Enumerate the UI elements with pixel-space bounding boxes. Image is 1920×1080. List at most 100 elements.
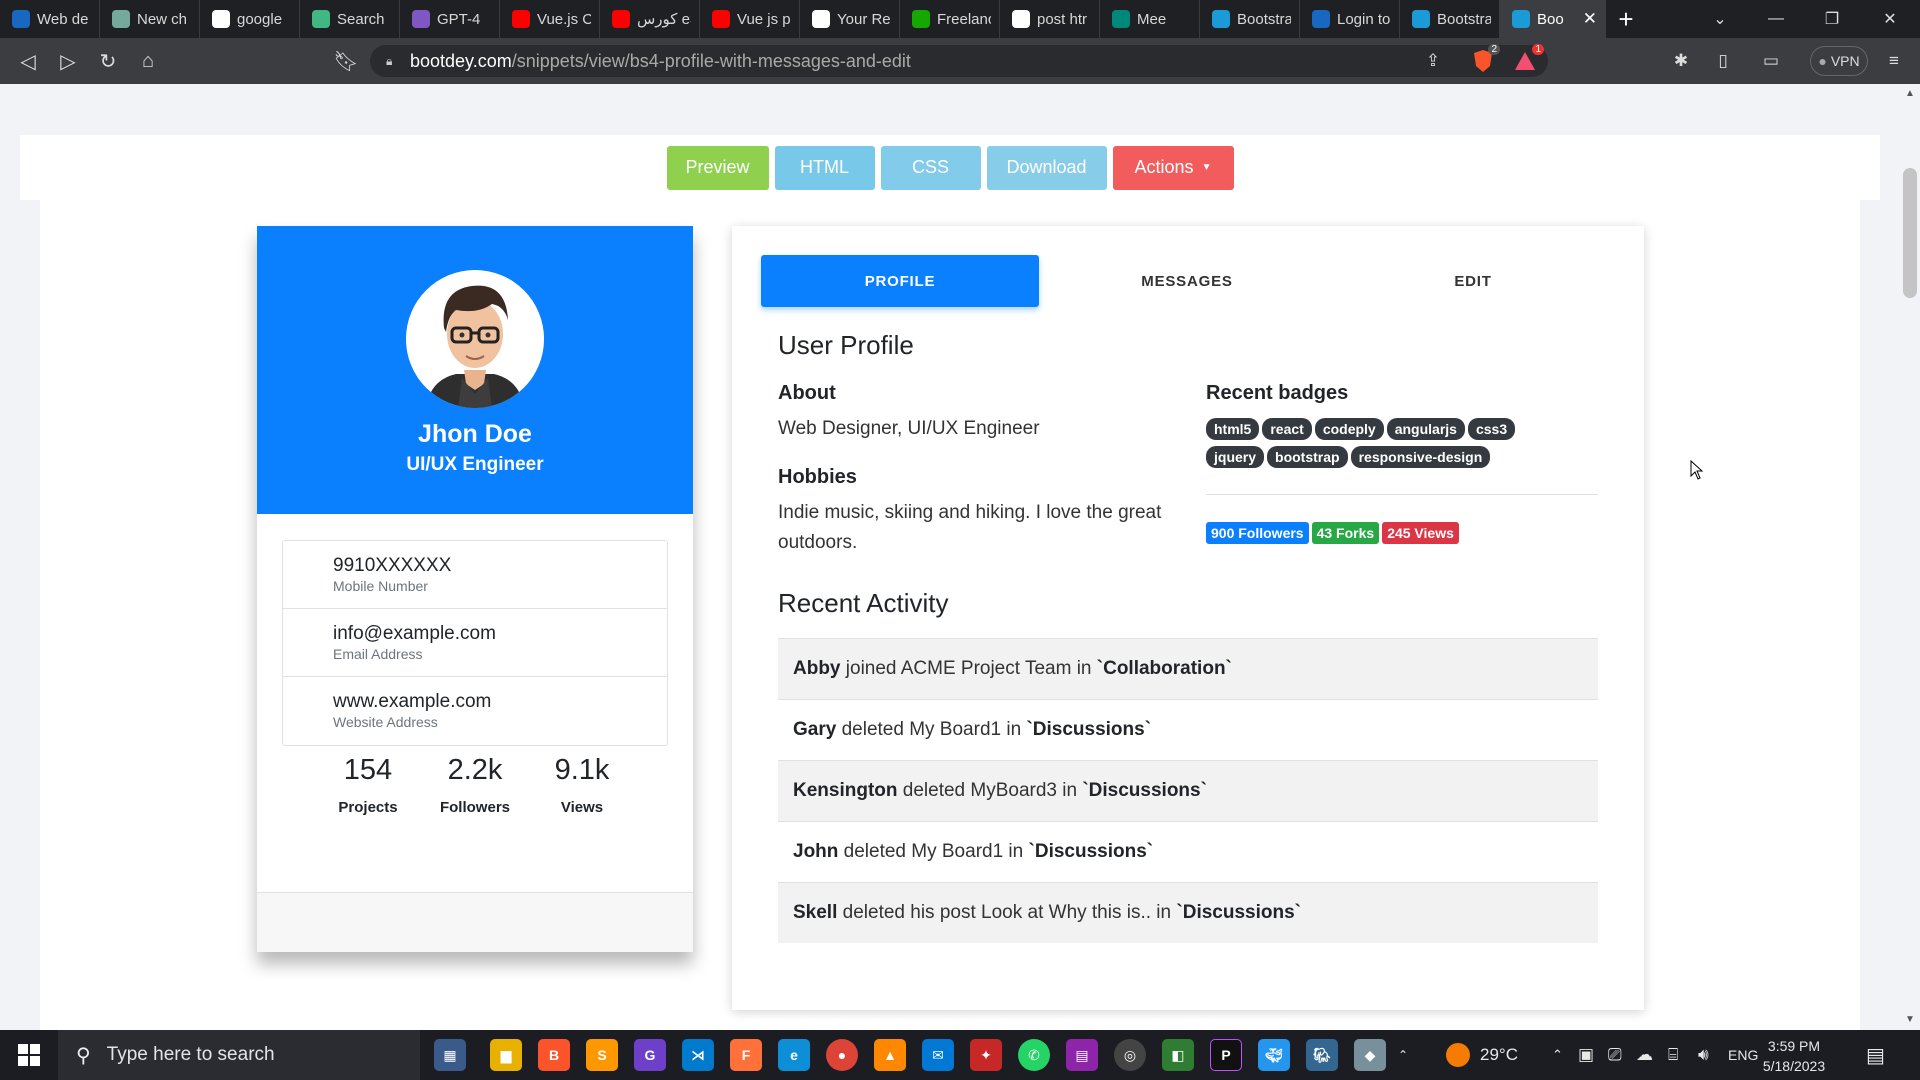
phpstorm-icon[interactable]: P (1210, 1039, 1242, 1071)
tab-messages[interactable]: MESSAGES (1048, 255, 1326, 307)
network-icon[interactable]: ⌸ (1668, 1030, 1678, 1080)
file-explorer-icon[interactable]: ▆ (490, 1039, 522, 1071)
start-button[interactable] (0, 1030, 58, 1080)
sublime-text-icon[interactable]: S (586, 1039, 618, 1071)
reload-icon[interactable]: ↻ (88, 38, 128, 84)
browser-tab[interactable]: Mee (1100, 0, 1200, 38)
brave-shields-icon[interactable]: 2 (1468, 44, 1500, 76)
github-desktop-icon[interactable]: G (634, 1039, 666, 1071)
browser-tab-label: post htr (1037, 10, 1088, 28)
notes-icon[interactable]: ▣ (1578, 1030, 1594, 1080)
menu-icon[interactable]: ≡ (1882, 46, 1906, 76)
volume-icon[interactable]: 🔊︎ (1698, 1030, 1709, 1080)
close-window-icon[interactable]: ✕ (1862, 0, 1918, 38)
browser-tab[interactable]: Bootstra (1200, 0, 1300, 38)
postgresql-icon[interactable]: 🐘︎ (1306, 1039, 1338, 1071)
edge-icon[interactable]: e (778, 1039, 810, 1071)
youtube-icon (612, 10, 630, 28)
home-icon[interactable]: ⌂ (128, 38, 168, 84)
browser-tab[interactable]: post htr (1000, 0, 1100, 38)
taskbar-search[interactable]: ⚲ Type here to search (58, 1030, 420, 1080)
task-view-icon[interactable]: ▦ (434, 1039, 466, 1071)
chevron-up-icon[interactable]: ⌃ (1552, 1030, 1563, 1080)
show-hidden-icons[interactable]: ⌃ (1398, 1030, 1408, 1080)
app-icon[interactable]: ◧ (1162, 1039, 1194, 1071)
weather-sun-icon (1446, 1043, 1470, 1067)
contact-label: Email Address (333, 646, 423, 662)
tab-profile[interactable]: PROFILE (761, 255, 1039, 307)
tab-search-icon[interactable]: ⌄ (1692, 0, 1748, 38)
preview-button[interactable]: Preview (666, 145, 769, 190)
vlc-icon[interactable]: ▲ (874, 1039, 906, 1071)
browser-tab[interactable]: New ch (100, 0, 200, 38)
windows-taskbar: ⚲ Type here to search ▦ ▆ B S G ⋊ F e ● … (0, 1030, 1920, 1080)
browser-tab[interactable]: Web de (0, 0, 100, 38)
divider (1206, 494, 1598, 495)
html-button[interactable]: HTML (774, 145, 875, 190)
minimize-icon[interactable]: — (1748, 0, 1804, 38)
badge[interactable]: responsive-design (1350, 446, 1491, 468)
meet-now-icon[interactable]: ⎚ (1608, 1030, 1622, 1080)
browser-tab[interactable]: Boo ✕ (1500, 0, 1606, 38)
badge[interactable]: css3 (1467, 418, 1516, 440)
vpn-button[interactable]: ● VPN (1810, 46, 1868, 76)
onedrive-icon[interactable]: ☁ (1636, 1030, 1653, 1080)
stat-number: 9.1k (554, 754, 610, 786)
browser-tab[interactable]: کورس e3 (600, 0, 700, 38)
browser-tab[interactable]: Freelanc (900, 0, 1000, 38)
wallet-icon[interactable]: ▭ (1756, 46, 1786, 76)
browser-tab[interactable]: google (200, 0, 300, 38)
bookmark-icon[interactable]: 🔖︎ (326, 38, 366, 84)
badge[interactable]: angularjs (1386, 418, 1465, 440)
browser-tab[interactable]: Login to (1300, 0, 1400, 38)
back-icon[interactable]: ◁ (8, 38, 48, 84)
followers-badge: 900 Followers (1206, 522, 1309, 544)
mail-icon[interactable]: ✉ (922, 1039, 954, 1071)
winrar-icon[interactable]: ▤ (1066, 1039, 1098, 1071)
download-button[interactable]: Download (986, 145, 1107, 190)
sidebar-icon[interactable]: ▯ (1708, 46, 1738, 76)
browser-tab[interactable]: Your Re (800, 0, 900, 38)
contact-item-email: info@example.com Email Address (283, 609, 667, 677)
brave-browser-icon[interactable]: B (538, 1039, 570, 1071)
restore-icon[interactable]: ❐ (1804, 0, 1860, 38)
profile-stats: 154 Projects 2.2k Followers 9.1k Views (257, 754, 693, 834)
badge[interactable]: html5 (1206, 418, 1260, 440)
share-icon[interactable]: ⇪ (1418, 46, 1448, 76)
google-icon (212, 10, 230, 28)
docker-icon[interactable]: 🐳︎ (1258, 1039, 1290, 1071)
badge[interactable]: bootstrap (1267, 446, 1348, 468)
whatsapp-icon[interactable]: ✆ (1018, 1039, 1050, 1071)
system-clock[interactable]: 3:59 PM 5/18/2023 (1744, 1036, 1844, 1076)
close-tab-icon[interactable]: ✕ (1583, 9, 1597, 29)
app-icon[interactable]: ✦ (970, 1039, 1002, 1071)
obs-icon[interactable]: ◎ (1114, 1039, 1146, 1071)
url-field[interactable]: 🔒︎ bootdey.com /snippets/view/bs4-profil… (370, 45, 1548, 77)
browser-tab[interactable]: GPT-4 (400, 0, 500, 38)
scroll-down-icon[interactable]: ▼ (1905, 1014, 1915, 1025)
vertical-scrollbar[interactable]: ▲ ▼ (1900, 84, 1920, 1030)
app-icon[interactable]: ◆ (1354, 1039, 1386, 1071)
brave-rewards-icon[interactable]: 1 (1510, 44, 1544, 76)
tab-edit[interactable]: EDIT (1334, 255, 1612, 307)
notifications-icon[interactable]: ▤ (1866, 1030, 1885, 1080)
actions-button[interactable]: Actions ▼ (1112, 145, 1234, 190)
vscode-icon[interactable]: ⋊ (682, 1039, 714, 1071)
browser-tab[interactable]: Vue js p (700, 0, 800, 38)
badge[interactable]: codeply (1314, 418, 1384, 440)
browser-tab[interactable]: Vue.js C (500, 0, 600, 38)
scroll-up-icon[interactable]: ▲ (1905, 88, 1915, 99)
css-button[interactable]: CSS (880, 145, 981, 190)
forward-icon[interactable]: ▷ (48, 38, 88, 84)
browser-tab[interactable]: Search (300, 0, 400, 38)
views-badge: 245 Views (1382, 522, 1459, 544)
browser-tab[interactable]: Bootstra (1400, 0, 1500, 38)
chrome-icon[interactable]: ● (826, 1039, 858, 1071)
badge[interactable]: jquery (1206, 446, 1265, 468)
scrollbar-thumb[interactable] (1903, 168, 1917, 298)
badge[interactable]: react (1262, 418, 1312, 440)
weather-widget[interactable]: 29°C (1446, 1030, 1518, 1080)
firefox-icon[interactable]: F (730, 1039, 762, 1071)
new-tab-button[interactable]: + (1606, 0, 1646, 38)
extensions-icon[interactable]: ✱ (1666, 46, 1696, 76)
